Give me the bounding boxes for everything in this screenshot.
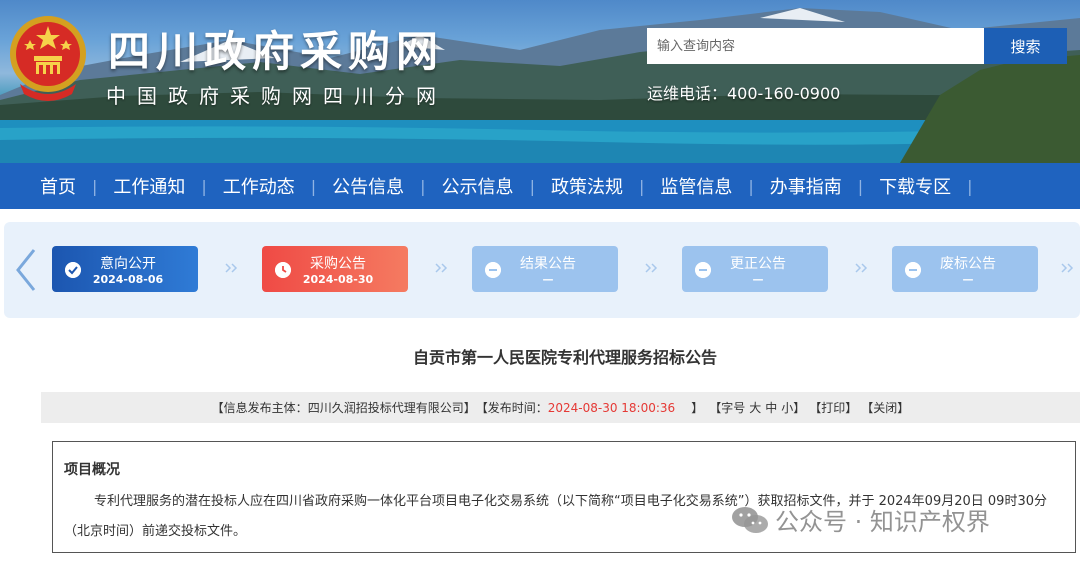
national-emblem-icon (10, 16, 86, 101)
publish-time: 2024-08-30 18:00:36 (547, 400, 676, 415)
support-hotline: 运维电话：400-160-0900 (647, 84, 841, 103)
nav-separator: | (748, 176, 754, 196)
step-label: 结果公告 (520, 256, 576, 272)
double-chevron-right-icon (645, 263, 658, 273)
site-title: 四川政府采购网 (108, 27, 445, 76)
nav-separator: | (529, 176, 535, 196)
progress-step-cancellation[interactable]: 废标公告 — (892, 246, 1038, 292)
nav-item-work-news[interactable]: 工作动态 (223, 173, 295, 199)
nav-item-downloads[interactable]: 下载专区 (879, 173, 951, 199)
article-title: 自贡市第一人民医院专利代理服务招标公告 (412, 348, 717, 367)
step-label: 意向公开 (100, 256, 156, 272)
nav-item-policies[interactable]: 政策法规 (551, 173, 623, 199)
watermark-text: 公众号 · 知识产权界 (775, 508, 990, 536)
main-nav: 首页 | 工作通知 | 工作动态 | 公告信息 | 公示信息 | 政策法规 | … (0, 163, 1080, 209)
step-label: 废标公告 (940, 256, 996, 272)
search-button[interactable]: 搜索 (984, 28, 1067, 64)
nav-separator: | (92, 176, 98, 196)
progress-step-procurement[interactable]: 采购公告 2024-08-30 (262, 246, 408, 292)
step-label: 更正公告 (730, 256, 786, 272)
progress-step-result[interactable]: 结果公告 — (472, 246, 618, 292)
double-chevron-right-icon (855, 263, 868, 273)
nav-separator: | (857, 176, 864, 196)
search-input[interactable] (647, 28, 984, 64)
nav-item-work-notices[interactable]: 工作通知 (113, 173, 185, 199)
progress-step-intention[interactable]: 意向公开 2024-08-06 (52, 246, 198, 292)
nav-separator: | (967, 176, 973, 196)
double-chevron-right-icon (225, 263, 238, 273)
nav-item-guide[interactable]: 办事指南 (770, 173, 842, 199)
double-chevron-right-icon (1061, 263, 1074, 273)
publisher-name: 四川久润招投标代理有限公司 (307, 401, 464, 415)
nav-item-home[interactable]: 首页 (40, 173, 76, 199)
procurement-progress: 意向公开 2024-08-06 采购公告 2024-08-30 结果公告 — 更… (4, 222, 1080, 318)
wechat-icon (732, 506, 768, 533)
font-size-close: 】 (793, 401, 806, 415)
step-date: — (542, 273, 554, 286)
step-label: 采购公告 (310, 256, 366, 272)
double-chevron-right-icon (435, 263, 448, 273)
font-size-medium-link[interactable]: 中 (765, 399, 777, 416)
section-heading: 项目概况 (64, 462, 120, 478)
nav-separator: | (201, 176, 207, 196)
publish-time-label: 【发布时间： (475, 401, 548, 415)
publish-time-close: 】 (691, 401, 704, 415)
header-banner: 四川政府采购网 中国政府采购网四川分网 搜索 运维电话：400-160-0900 (0, 0, 1080, 163)
nav-item-supervision[interactable]: 监管信息 (660, 173, 732, 199)
font-size-large-link[interactable]: 大 (749, 399, 761, 416)
font-size-label: 【字号 (709, 401, 746, 415)
nav-separator: | (638, 176, 645, 196)
progress-step-correction[interactable]: 更正公告 — (682, 246, 828, 292)
publisher-label: 【信息发布主体： (211, 401, 308, 415)
step-date: 2024-08-06 (92, 273, 164, 286)
nav-separator: | (420, 176, 426, 196)
step-date: — (962, 273, 974, 286)
step-date: 2024-08-30 (302, 273, 374, 286)
step-date: — (752, 273, 764, 286)
print-link[interactable]: 【打印】 (809, 399, 857, 416)
nav-separator: | (310, 176, 317, 196)
site-subtitle: 中国政府采购网四川分网 (106, 84, 447, 108)
nav-item-publicity[interactable]: 公示信息 (442, 173, 514, 199)
font-size-small-link[interactable]: 小 (781, 399, 793, 416)
close-link[interactable]: 【关闭】 (861, 399, 909, 416)
chevron-left-icon[interactable] (12, 246, 40, 294)
article-meta-bar: 【信息发布主体： 四川久润招投标代理有限公司 】 【发布时间： 2024-08-… (41, 392, 1080, 423)
wechat-watermark: 公众号 · 知识产权界 (731, 502, 990, 537)
publisher-close: 】 (463, 401, 476, 415)
nav-item-announcements[interactable]: 公告信息 (332, 173, 404, 199)
